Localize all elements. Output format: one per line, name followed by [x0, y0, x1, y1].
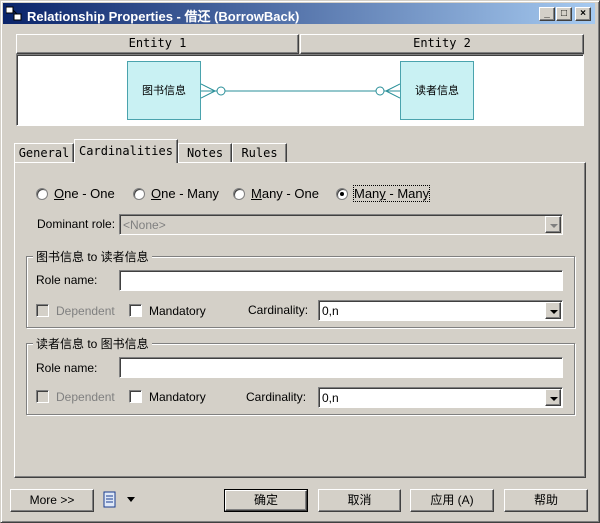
maximize-button[interactable]: □: [556, 7, 572, 21]
more-button[interactable]: More >>: [10, 489, 94, 512]
document-icon: [103, 491, 116, 508]
role2-mandatory-label: Mandatory: [149, 390, 206, 404]
tab-notes[interactable]: Notes: [178, 143, 232, 163]
radio-one-many-label-u: O: [151, 186, 162, 201]
role2-cardinality-select[interactable]: 0,n: [318, 387, 563, 408]
ok-button[interactable]: 确定: [224, 489, 308, 512]
radio-many-one-dot[interactable]: [233, 188, 245, 200]
radio-many-many-label-pre: Man: [354, 186, 380, 201]
dominant-role-label: Dominant role:: [37, 217, 116, 231]
role2-group-title: 读者信息 to 图书信息: [33, 335, 152, 352]
minimize-button[interactable]: _: [539, 7, 555, 21]
role2-mandatory-checkbox[interactable]: [129, 390, 142, 403]
role1-role-name-input[interactable]: [119, 270, 563, 291]
entity2-header: Entity 2: [300, 34, 584, 54]
radio-one-many[interactable]: One - Many: [133, 186, 219, 204]
window-title: Relationship Properties - 借还 (BorrowBack…: [27, 9, 300, 24]
role2-role-name-input[interactable]: [119, 357, 563, 378]
role1-dependent-label: Dependent: [56, 304, 115, 318]
radio-one-one[interactable]: One - One: [36, 186, 115, 204]
dominant-role-chevron-down-icon[interactable]: [545, 216, 561, 233]
apply-button[interactable]: 应用 (A): [410, 489, 494, 512]
role1-cardinality-chevron-down-icon[interactable]: [545, 302, 561, 319]
radio-one-many-label: ne - Many: [161, 186, 219, 201]
close-button[interactable]: ×: [575, 7, 591, 21]
role1-cardinality-value: 0,n: [322, 304, 339, 318]
radio-many-one[interactable]: Many - One: [233, 186, 319, 204]
radio-one-one-label-u: O: [54, 186, 65, 201]
role1-group-title: 图书信息 to 读者信息: [33, 248, 152, 265]
role2-cardinality-label: Cardinality:: [246, 390, 307, 404]
role1-mandatory-checkbox[interactable]: [129, 304, 142, 317]
radio-one-one-dot[interactable]: [36, 188, 48, 200]
role1-role-name-label: Role name:: [36, 273, 98, 287]
relationship-diagram: 图书信息 读者信息: [16, 54, 584, 126]
role1-dependent-checkbox[interactable]: [36, 304, 49, 317]
dominant-role-value: <None>: [123, 218, 166, 232]
radio-one-one-label: ne - One: [64, 186, 115, 201]
radio-many-many-label: - Many: [385, 186, 430, 201]
role2-cardinality-value: 0,n: [322, 391, 339, 405]
entity2-box: 读者信息: [400, 61, 474, 120]
tab-rules[interactable]: Rules: [232, 143, 287, 163]
role2-dependent-checkbox[interactable]: [36, 390, 49, 403]
save-options-icon[interactable]: [102, 491, 118, 509]
dropdown-arrow-icon[interactable]: [127, 497, 135, 502]
radio-many-many-focus: Many - Many: [352, 185, 431, 202]
role2-dependent-label: Dependent: [56, 390, 115, 404]
radio-many-many-dot[interactable]: [336, 188, 348, 200]
cancel-button[interactable]: 取消: [318, 489, 401, 512]
relationship-line: [201, 83, 400, 99]
tab-cardinalities[interactable]: Cardinalities: [74, 139, 178, 163]
radio-many-one-label: any - One: [261, 186, 319, 201]
help-button[interactable]: 帮助: [504, 489, 588, 512]
ok-button-label: 确定: [225, 490, 307, 511]
role2-role-name-label: Role name:: [36, 361, 98, 375]
role1-cardinality-label: Cardinality:: [248, 303, 309, 317]
radio-many-one-label-u: M: [251, 186, 262, 201]
entity1-header: Entity 1: [16, 34, 299, 54]
role1-cardinality-select[interactable]: 0,n: [318, 300, 563, 321]
entity1-box: 图书信息: [127, 61, 201, 120]
dominant-role-select[interactable]: <None>: [119, 214, 563, 235]
title-bar[interactable]: Relationship Properties - 借还 (BorrowBack…: [3, 3, 595, 24]
role2-cardinality-chevron-down-icon[interactable]: [545, 389, 561, 406]
radio-many-many[interactable]: Many - Many: [336, 185, 431, 204]
tab-general[interactable]: General: [14, 143, 74, 163]
role1-mandatory-label: Mandatory: [149, 304, 206, 318]
relationship-icon: [6, 6, 22, 21]
radio-one-many-dot[interactable]: [133, 188, 145, 200]
